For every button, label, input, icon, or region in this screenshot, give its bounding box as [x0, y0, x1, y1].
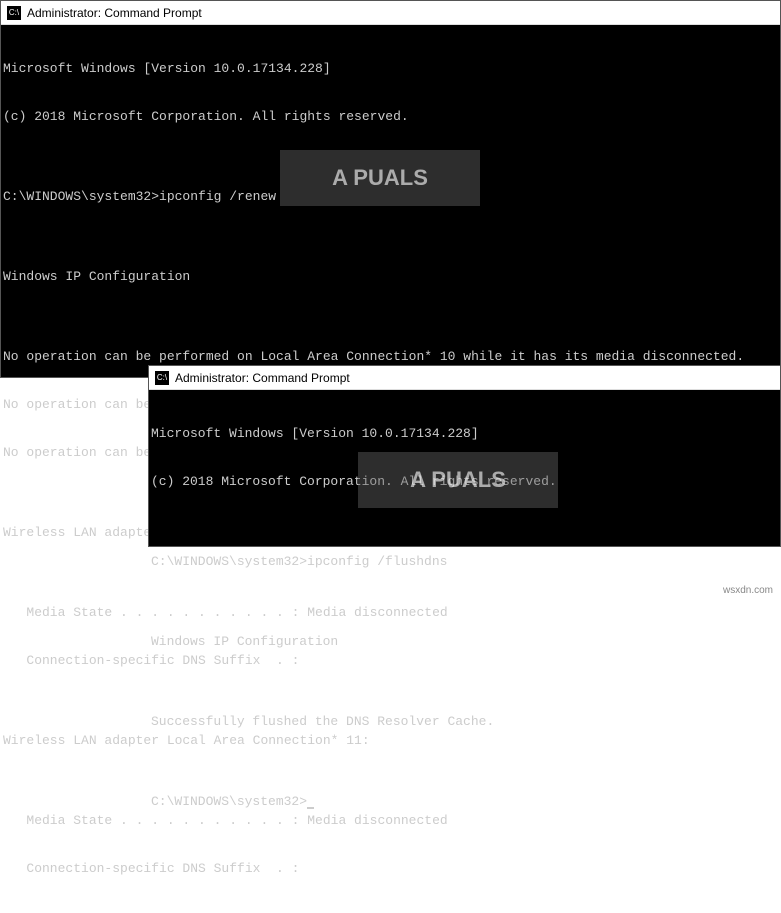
titlebar-1[interactable]: C:\ Administrator: Command Prompt: [1, 1, 780, 25]
console-line: Microsoft Windows [Version 10.0.17134.22…: [3, 61, 778, 77]
command-prompt-window-1: C:\ Administrator: Command Prompt Micros…: [0, 0, 781, 378]
console-prompt-line: C:\WINDOWS\system32>: [151, 794, 778, 810]
command-prompt-window-2: C:\ Administrator: Command Prompt Micros…: [148, 365, 781, 547]
console-line: (c) 2018 Microsoft Corporation. All righ…: [3, 109, 778, 125]
cursor: [307, 807, 314, 809]
window-title-2: Administrator: Command Prompt: [175, 371, 350, 385]
cmd-icon: C:\: [155, 371, 169, 385]
console-line: Windows IP Configuration: [3, 269, 778, 285]
window-title-1: Administrator: Command Prompt: [27, 6, 202, 20]
prompt-text: C:\WINDOWS\system32>: [151, 794, 307, 809]
console-output-2[interactable]: Microsoft Windows [Version 10.0.17134.22…: [149, 390, 780, 846]
console-line: Successfully flushed the DNS Resolver Ca…: [151, 714, 778, 730]
console-line: No operation can be performed on Local A…: [3, 349, 778, 365]
console-line: (c) 2018 Microsoft Corporation. All righ…: [151, 474, 778, 490]
console-line: Connection-specific DNS Suffix . :: [3, 861, 778, 877]
titlebar-2[interactable]: C:\ Administrator: Command Prompt: [149, 366, 780, 390]
console-line: C:\WINDOWS\system32>ipconfig /renew: [3, 189, 778, 205]
cmd-icon: C:\: [7, 6, 21, 20]
source-tag: wsxdn.com: [723, 585, 773, 596]
console-line: C:\WINDOWS\system32>ipconfig /flushdns: [151, 554, 778, 570]
console-line: Microsoft Windows [Version 10.0.17134.22…: [151, 426, 778, 442]
console-line: Windows IP Configuration: [151, 634, 778, 650]
